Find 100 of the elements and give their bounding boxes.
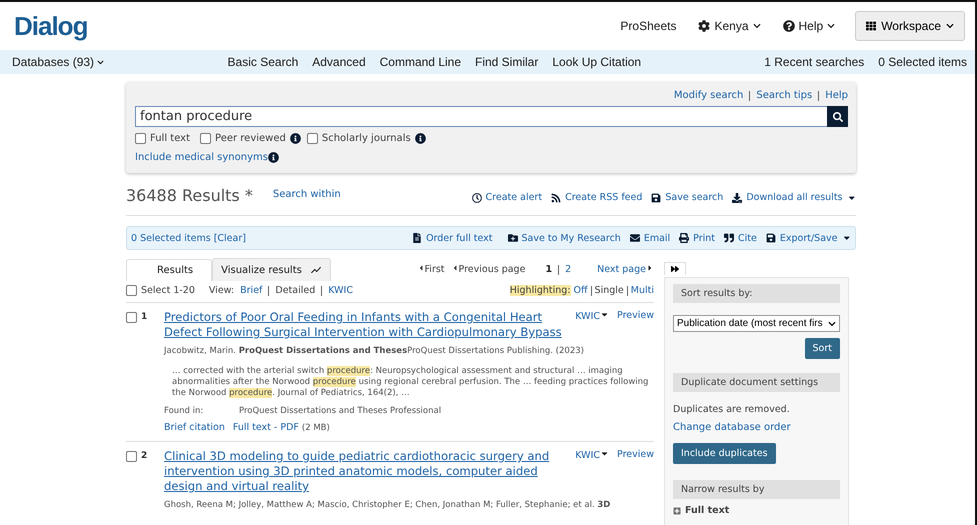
save-icon (766, 233, 776, 243)
file-size: (2 MB) (302, 422, 330, 432)
selected-items-link[interactable]: 0 Selected items [Clear] (131, 232, 246, 244)
folder-icon (508, 233, 518, 243)
gear-icon (698, 20, 710, 32)
info-icon[interactable] (290, 133, 301, 144)
kwic-menu[interactable]: KWIC (575, 449, 610, 461)
toolbar-action[interactable]: Order full text (412, 232, 492, 244)
results-tab[interactable]: Visualize results (212, 258, 331, 281)
checkbox[interactable] (126, 312, 137, 323)
toolbar-action[interactable]: Print (679, 232, 716, 244)
nav-link[interactable]: Find Similar (475, 55, 538, 69)
help-icon (782, 20, 794, 32)
chevron-icon (946, 22, 954, 30)
sort-button[interactable]: Sort (804, 338, 840, 359)
checkbox[interactable] (306, 133, 318, 144)
save-icon (651, 192, 662, 202)
nav-link[interactable]: 1 Recent searches (764, 55, 864, 69)
search-link[interactable]: Modify search (674, 90, 744, 101)
page-link[interactable]: 1 (545, 264, 552, 275)
sort-heading: Sort results by: (673, 284, 840, 303)
document-icon (412, 233, 422, 243)
header-link[interactable]: ProSheets (620, 19, 676, 33)
abstract-snippet: … corrected with the arterial switch procedure: Neuropsychological assessment and structural … imaging abnormalities after the Norwood procedure using regional cerebral perfusion. The … feeding practices following the Norwood procedure. Journal of Pediatrics, 164(2), … (172, 366, 650, 399)
nav-link[interactable]: Basic Search (228, 55, 298, 69)
include-duplicates-button[interactable]: Include duplicates (673, 443, 776, 464)
result-number: 1 (141, 312, 148, 322)
envelope-icon (630, 233, 640, 243)
highlighting-label: Highlighting: (510, 285, 571, 296)
search-field[interactable]: fontan procedure (135, 106, 827, 127)
filter-label: Peer reviewed (215, 133, 286, 144)
workspace-button[interactable]: Workspace (855, 11, 965, 41)
search-icon (832, 112, 842, 122)
checkbox[interactable] (126, 451, 137, 462)
result-title-link[interactable]: Clinical 3D modeling to guide pediatric cardiothoracic surgery and intervention using 3D printed anatomic models, computer aided design and virtual reality (164, 449, 564, 494)
download-icon (732, 192, 742, 202)
select-all-label: Select 1-20 (141, 285, 195, 296)
results-action[interactable]: Save search (651, 192, 724, 203)
results-tab[interactable]: Results (126, 259, 212, 281)
citation-text: Jacobwitz, Marin. ProQuest Dissertations and ThesesProQuest Dissertations Publishing. (2023) (164, 346, 585, 356)
results-action[interactable]: Create alert (472, 192, 542, 203)
clock-icon (472, 192, 482, 202)
toolbar-action[interactable]: Email (630, 232, 670, 244)
view-option[interactable]: Detailed (275, 285, 316, 296)
result-link[interactable]: Full text - PDF (232, 422, 299, 433)
toolbar-action[interactable]: Cite (724, 232, 757, 244)
checkbox[interactable] (200, 133, 212, 144)
search-within-link[interactable]: Search within (272, 189, 341, 200)
search-link[interactable]: Search tips (756, 90, 812, 101)
facet-label[interactable]: Full text (685, 505, 730, 516)
results-action[interactable]: Download all results (732, 192, 856, 203)
caret-icon (646, 264, 654, 272)
highlighting-option[interactable]: Off (574, 285, 588, 296)
highlighting-option[interactable]: Multi (630, 285, 654, 296)
info-icon[interactable] (268, 152, 279, 163)
collapse-tab[interactable] (664, 262, 686, 275)
chevron-icon (827, 22, 836, 30)
found-in-label: Found in: (164, 406, 204, 416)
view-option[interactable]: KWIC (328, 285, 353, 296)
next-page-link[interactable]: Next page (597, 264, 654, 275)
nav-link[interactable]: Advanced (312, 55, 366, 69)
synonyms-link[interactable]: Include medical synonyms (135, 152, 268, 163)
results-action[interactable]: Create RSS feed (551, 192, 642, 203)
change-order-link[interactable]: Change database order (673, 422, 791, 433)
rss-icon (551, 192, 562, 202)
found-in-value: ProQuest Dissertations and Theses Professional (239, 406, 442, 416)
expand-icon[interactable] (673, 506, 681, 514)
result-link[interactable]: Brief citation (164, 422, 225, 433)
search-button[interactable] (827, 106, 848, 127)
toolbar-action[interactable]: Save to My Research (508, 232, 621, 244)
filter-label: Scholarly journals (322, 133, 411, 144)
databases-menu[interactable]: Databases (93) (12, 55, 104, 69)
preview-link[interactable]: Preview (617, 449, 654, 460)
nav-link[interactable]: Look Up Citation (552, 55, 642, 69)
dialog-logo[interactable]: Dialog (14, 10, 88, 42)
printer-icon (679, 233, 690, 243)
info-icon[interactable] (414, 133, 426, 144)
page-link[interactable]: 2 (565, 264, 572, 275)
preview-link[interactable]: Preview (617, 310, 654, 321)
search-link[interactable]: Help (825, 90, 848, 101)
header-link[interactable]: Help (782, 19, 836, 33)
nav-link[interactable]: Command Line (380, 55, 461, 69)
view-option[interactable]: Brief (240, 285, 262, 296)
checkbox[interactable] (126, 285, 137, 296)
first-page-link[interactable]: First (416, 264, 445, 275)
chevron-icon (828, 320, 836, 328)
header-link[interactable]: Kenya (698, 19, 760, 33)
checkbox[interactable] (135, 133, 146, 144)
narrow-heading: Narrow results by (673, 480, 840, 499)
toolbar-action[interactable]: Export/Save (766, 232, 851, 244)
grid-icon (866, 21, 876, 31)
sort-select[interactable]: Publication date (most recent firs (673, 315, 840, 332)
result-title-link[interactable]: Predictors of Poor Oral Feeding in Infants with a Congenital Heart Defect Following Surgical Intervention with Cardiopulmonary Bypass (164, 310, 564, 340)
previous-page-link[interactable]: Previous page (450, 264, 526, 275)
highlighting-option[interactable]: Single (594, 285, 624, 296)
double-arrow-icon (671, 265, 679, 273)
nav-link[interactable]: 0 Selected items (878, 55, 968, 69)
chevron-icon (752, 22, 760, 30)
kwic-menu[interactable]: KWIC (575, 310, 610, 322)
chart-icon (310, 264, 322, 276)
